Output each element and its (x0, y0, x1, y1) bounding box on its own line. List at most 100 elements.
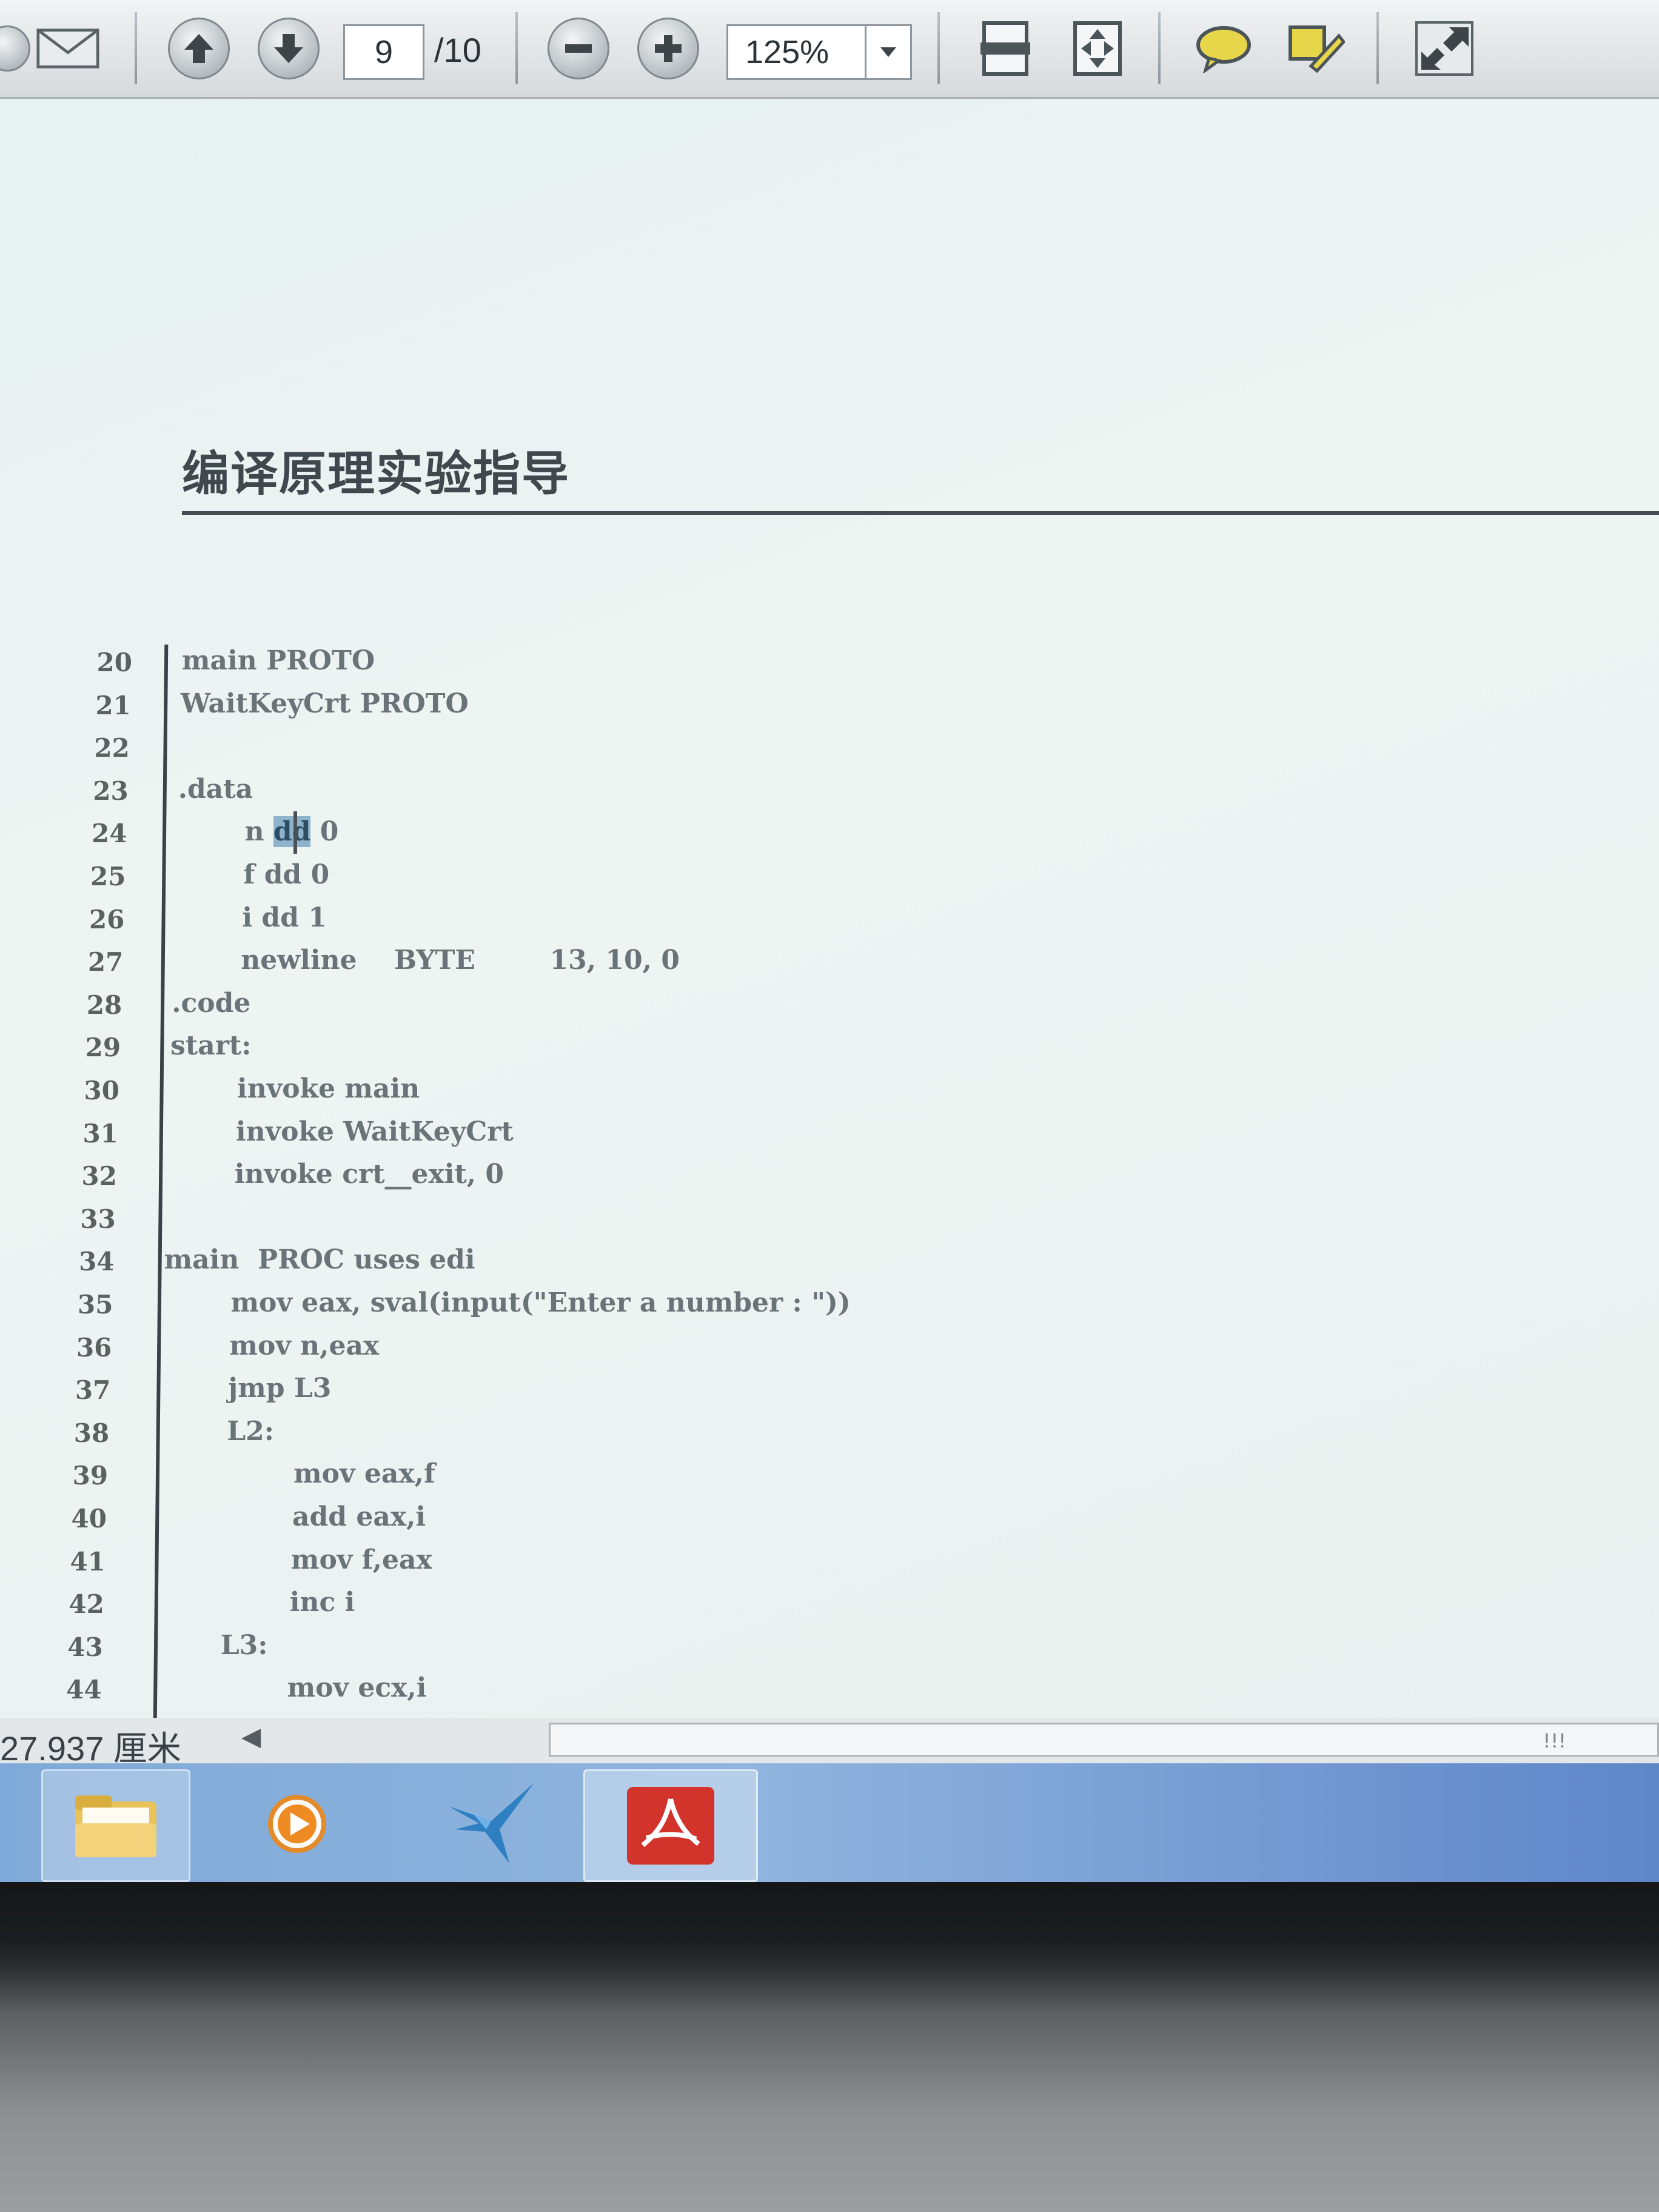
line-number: 27 (87, 947, 124, 977)
chevron-down-icon (880, 47, 896, 57)
code-token: n (244, 816, 273, 848)
line-number: 43 (67, 1632, 103, 1662)
code-token: 0 (310, 816, 339, 848)
toolbar-separator (1376, 12, 1379, 84)
page-number-input[interactable]: 9 (343, 24, 424, 80)
line-number: 42 (69, 1589, 104, 1620)
taskbar-media-player[interactable] (230, 1769, 364, 1879)
code-line: start: (170, 1030, 252, 1062)
bird-app-icon (449, 1783, 534, 1863)
zoom-out-button[interactable] (547, 17, 610, 80)
media-player-icon (268, 1795, 326, 1853)
line-number: 26 (89, 904, 125, 934)
line-number: 33 (80, 1204, 116, 1234)
code-line: f dd 0 (243, 859, 330, 890)
comment-button[interactable] (1192, 17, 1255, 80)
monitor-bezel (0, 1882, 1659, 2212)
email-button[interactable] (36, 17, 99, 80)
pdf-reader-icon (627, 1787, 714, 1865)
fit-width-icon (980, 21, 1030, 76)
fit-page-icon (1073, 21, 1122, 76)
plus-icon (655, 35, 682, 62)
line-number: 35 (78, 1290, 113, 1319)
line-number: 36 (76, 1332, 112, 1362)
code-line: newline BYTE 13, 10, 0 (241, 945, 680, 976)
code-line: invoke main (237, 1073, 420, 1104)
code-line: jmp L3 (228, 1373, 332, 1404)
code-line: L2: (227, 1415, 274, 1447)
line-number: 34 (79, 1247, 115, 1277)
code-line: invoke crt__exit, 0 (234, 1159, 504, 1190)
code-line: .data (178, 773, 253, 805)
code-line: .code (172, 987, 251, 1019)
line-number: 23 (93, 776, 129, 806)
highlight-button[interactable] (1284, 17, 1347, 80)
taskbar-bird-app[interactable] (418, 1769, 558, 1879)
taskbar-pdf-reader[interactable] (583, 1769, 758, 1882)
fullscreen-icon (1415, 21, 1473, 76)
scroll-left-arrow-icon[interactable]: ◀ (241, 1721, 261, 1751)
document-viewport[interactable]: 编译原理实验指导 20 main PROTO 21 WaitKeyCrt PROTO 2… (0, 99, 1659, 1718)
line-number: 31 (82, 1118, 118, 1148)
code-line: main PROC uses edi (164, 1244, 475, 1276)
horizontal-scrollbar[interactable]: !!! (549, 1723, 1659, 1757)
code-line: mov f,eax (290, 1544, 432, 1575)
minus-icon (565, 44, 592, 53)
highlight-icon (1289, 25, 1345, 73)
fit-page-button[interactable] (1066, 17, 1129, 80)
previous-page-button[interactable] (167, 17, 230, 80)
zoom-in-button[interactable] (637, 17, 700, 80)
reader-toolbar: 9 /10 125% (0, 0, 1659, 99)
selected-text-highlight[interactable]: dd (273, 816, 311, 848)
comment-icon (1196, 26, 1251, 73)
fit-width-button[interactable] (974, 17, 1037, 80)
code-line: add eax,i (292, 1501, 426, 1532)
next-page-button[interactable] (257, 17, 320, 80)
line-number: 44 (66, 1675, 102, 1705)
arrow-up-icon (184, 34, 213, 63)
mail-icon (36, 28, 99, 69)
text-cursor-icon (293, 811, 297, 854)
line-number: 41 (70, 1546, 106, 1577)
taskbar (0, 1763, 1659, 1882)
taskbar-file-explorer[interactable] (41, 1769, 190, 1882)
line-number: 20 (96, 648, 132, 677)
zoom-level-field[interactable]: 125% (726, 24, 867, 80)
line-number: 24 (92, 819, 127, 849)
toolbar-separator (515, 12, 518, 84)
code-line: L3: (220, 1629, 268, 1661)
line-number: 37 (75, 1375, 111, 1406)
code-line: main PROTO (182, 645, 375, 676)
code-line: n dd 0 (244, 816, 339, 853)
line-number: 38 (73, 1418, 110, 1448)
arrow-down-icon (274, 34, 303, 63)
scroll-grip[interactable]: !!! (1543, 1729, 1566, 1752)
code-line: mov n,eax (229, 1330, 380, 1361)
toolbar-separator (1158, 12, 1161, 84)
page-header-title: 编译原理实验指导 (182, 446, 571, 501)
code-line: i dd 1 (242, 902, 327, 933)
fullscreen-button[interactable] (1413, 17, 1476, 80)
line-number: 29 (85, 1033, 121, 1063)
toolbar-separator (135, 12, 137, 84)
code-line: mov ecx,i (287, 1672, 427, 1704)
code-line: mov eax, sval(input("Enter a number : ")… (230, 1287, 851, 1318)
line-number-divider (153, 645, 169, 1718)
line-number: 25 (90, 862, 126, 891)
line-number: 39 (72, 1461, 109, 1491)
zoom-dropdown-button[interactable] (865, 24, 912, 80)
code-line: WaitKeyCrt PROTO (180, 688, 469, 719)
code-line: invoke WaitKeyCrt (235, 1116, 514, 1147)
folder-icon (75, 1795, 156, 1857)
line-number: 22 (94, 733, 130, 763)
toolbar-separator (937, 12, 940, 84)
line-number: 32 (81, 1161, 117, 1191)
page-header: 编译原理实验指导 (182, 444, 1659, 515)
line-number: 28 (86, 990, 122, 1020)
line-number: 21 (95, 690, 131, 720)
status-bar: 27.937 厘米 ◀ !!! (0, 1718, 1659, 1768)
code-line: inc i (289, 1587, 355, 1618)
line-number: 30 (84, 1076, 119, 1105)
code-line: mov eax,f (293, 1458, 435, 1490)
partial-button[interactable] (0, 17, 39, 80)
